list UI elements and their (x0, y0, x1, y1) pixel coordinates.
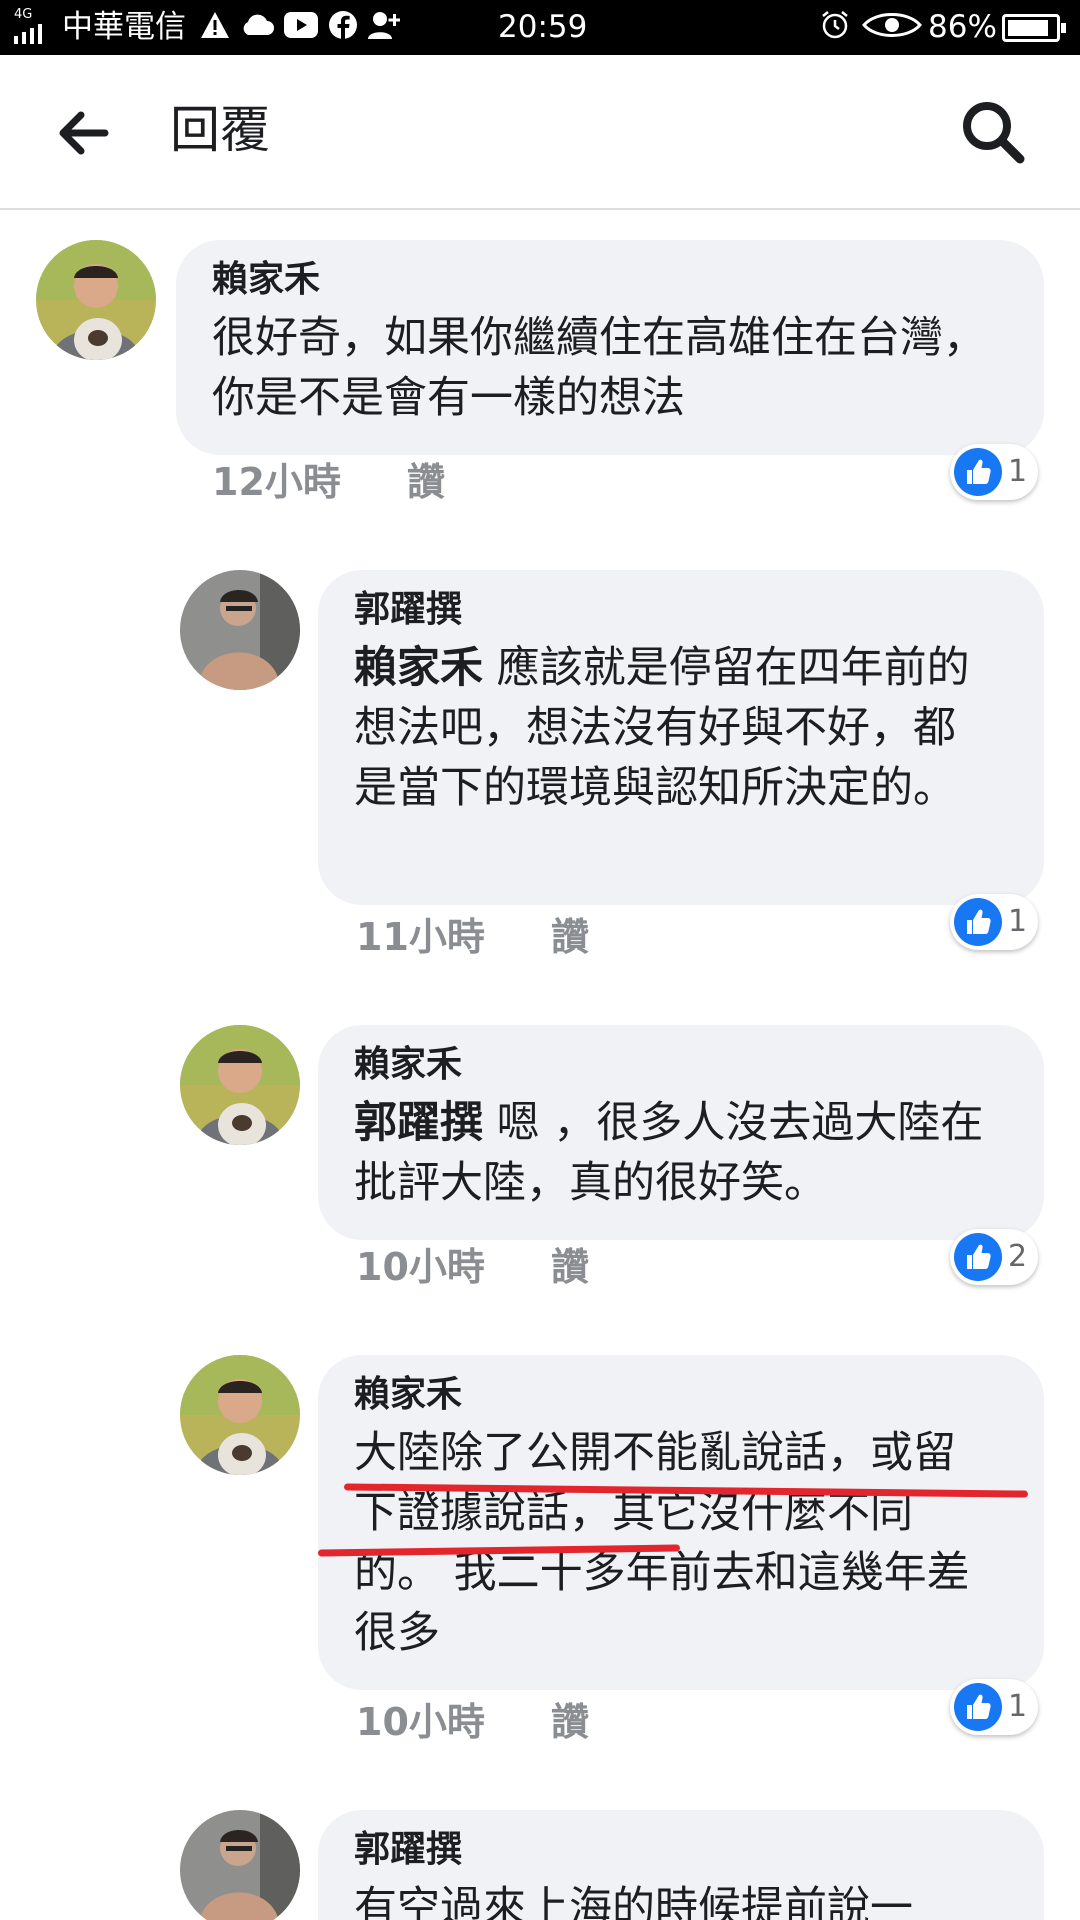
thumbs-up-icon (954, 1683, 1002, 1731)
page-title: 回覆 (170, 101, 270, 159)
comment-text-content: 很好奇，如果你繼續住在高雄住在台灣，你是不是會有一樣的想法 (212, 313, 986, 423)
comment: 賴家禾 很好奇，如果你繼續住在高雄住在台灣，你是不是會有一樣的想法 12小時 讚… (0, 230, 1080, 520)
reaction-count[interactable]: 1 (950, 894, 1038, 950)
comment-text: 賴家禾 應該就是停留在四年前的想法吧，想法沒有好與不好，都是當下的環境與認知所決… (354, 638, 994, 818)
thumbs-up-icon (954, 898, 1002, 946)
comment-time: 11小時 (356, 915, 485, 959)
comment-time: 10小時 (356, 1700, 485, 1744)
reaction-count[interactable]: 1 (950, 444, 1038, 500)
network-type: 4G (14, 7, 33, 22)
avatar[interactable] (180, 1355, 300, 1475)
battery-fill (1008, 20, 1048, 36)
top-app-bar: 回覆 (0, 55, 1080, 210)
thumbs-up-icon (954, 1233, 1002, 1281)
like-button[interactable]: 讚 (551, 1700, 589, 1744)
reply-comment: 郭躍撰 賴家禾 應該就是停留在四年前的想法吧，想法沒有好與不好，都是當下的環境與… (0, 560, 1080, 980)
clock: 20:59 (498, 9, 588, 45)
like-button[interactable]: 讚 (407, 460, 445, 504)
comment-bubble[interactable]: 賴家禾 郭躍撰 嗯 ，很多人沒去過大陸在批評大陸，真的很好笑。 (318, 1025, 1044, 1240)
comment-text: 很好奇，如果你繼續住在高雄住在台灣，你是不是會有一樣的想法 (212, 308, 1012, 428)
comment-bubble[interactable]: 郭躍撰 賴家禾 應該就是停留在四年前的想法吧，想法沒有好與不好，都是當下的環境與… (318, 570, 1044, 905)
comment-meta: 12小時 讚 (212, 460, 445, 504)
comment-time: 12小時 (212, 460, 341, 504)
reply-comment: 賴家禾 郭躍撰 嗯 ，很多人沒去過大陸在批評大陸，真的很好笑。 10小時 讚 2 (0, 1015, 1080, 1315)
youtube-icon (284, 12, 318, 42)
thumbs-up-icon (954, 448, 1002, 496)
mention-link[interactable]: 郭躍撰 (354, 1098, 483, 1148)
signal-icon (14, 24, 48, 48)
comment-bubble[interactable]: 賴家禾 很好奇，如果你繼續住在高雄住在台灣，你是不是會有一樣的想法 (176, 240, 1044, 455)
carrier-name: 中華電信 (62, 9, 186, 45)
avatar[interactable] (36, 240, 156, 360)
warning-icon (200, 11, 230, 43)
reply-comment: 郭躍撰 有空過來上海的時候提前說一 (0, 1800, 1080, 1920)
battery-icon (1002, 14, 1066, 42)
cloud-icon (240, 13, 274, 41)
comment-text-content: 大陸除了公開不能亂說話，或留下證據說話，其它沒什麼不同的。 我二十多年前去和這幾… (354, 1428, 970, 1658)
arrow-left-icon[interactable] (55, 105, 111, 161)
comment-meta: 10小時 讚 (356, 1245, 589, 1289)
eye-comfort-icon (862, 11, 922, 43)
reply-comment: 賴家禾 大陸除了公開不能亂說話，或留下證據說話，其它沒什麼不同的。 我二十多年前… (0, 1345, 1080, 1765)
avatar[interactable] (180, 570, 300, 690)
like-count: 1 (1008, 454, 1028, 489)
like-button[interactable]: 讚 (551, 1245, 589, 1289)
comment-time: 10小時 (356, 1245, 485, 1289)
status-bar: 4G 中華電信 20:59 86% (0, 0, 1080, 55)
like-count: 1 (1008, 904, 1028, 939)
like-count: 2 (1008, 1239, 1028, 1274)
avatar[interactable] (180, 1810, 300, 1920)
comment-text: 大陸除了公開不能亂說話，或留下證據說話，其它沒什麼不同的。 我二十多年前去和這幾… (354, 1423, 994, 1663)
comment-text: 郭躍撰 嗯 ，很多人沒去過大陸在批評大陸，真的很好笑。 (354, 1093, 994, 1213)
notification-icons (200, 10, 401, 44)
comment-meta: 10小時 讚 (356, 1700, 589, 1744)
comment-author[interactable]: 賴家禾 (212, 258, 320, 302)
comment-meta: 11小時 讚 (356, 915, 589, 959)
reaction-count[interactable]: 2 (950, 1229, 1038, 1285)
reaction-count[interactable]: 1 (950, 1679, 1038, 1735)
comment-bubble[interactable]: 賴家禾 大陸除了公開不能亂說話，或留下證據說話，其它沒什麼不同的。 我二十多年前… (318, 1355, 1044, 1690)
comment-text: 有空過來上海的時候提前說一 (354, 1878, 994, 1920)
app-root: 4G 中華電信 20:59 86% 回覆 賴家禾 很好奇，如果你繼續住在高雄住在… (0, 0, 1080, 1920)
facebook-icon (328, 10, 358, 44)
search-icon[interactable] (960, 99, 1026, 165)
alarm-icon (820, 10, 850, 44)
like-button[interactable]: 讚 (551, 915, 589, 959)
comment-text-content: 有空過來上海的時候提前說一 (354, 1883, 913, 1920)
like-count: 1 (1008, 1689, 1028, 1724)
comment-author[interactable]: 郭躍撰 (354, 1828, 462, 1872)
battery-nub (1061, 23, 1066, 33)
comment-author[interactable]: 郭躍撰 (354, 588, 462, 632)
system-icons (820, 10, 922, 44)
add-friend-icon (368, 10, 401, 44)
comment-bubble[interactable]: 郭躍撰 有空過來上海的時候提前說一 (318, 1810, 1044, 1920)
battery-percent: 86% (928, 9, 997, 45)
comment-author[interactable]: 賴家禾 (354, 1373, 462, 1417)
mention-link[interactable]: 賴家禾 (354, 643, 483, 693)
avatar[interactable] (180, 1025, 300, 1145)
comment-author[interactable]: 賴家禾 (354, 1043, 462, 1087)
